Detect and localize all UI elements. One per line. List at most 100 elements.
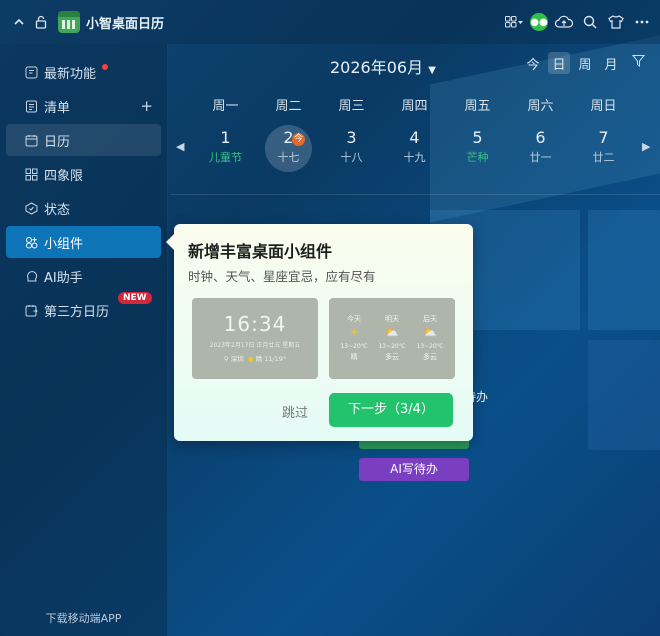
weekday-label: 周六: [527, 99, 554, 114]
red-dot-badge: [102, 64, 108, 70]
weather-desc: 多云: [384, 353, 399, 361]
popup-title: 新增丰富桌面小组件: [188, 242, 333, 261]
ai-write-todo-button[interactable]: AI写待办: [359, 458, 469, 481]
download-app-link[interactable]: 下载移动端APP: [0, 610, 167, 626]
weather-temp: 13~20℃: [416, 343, 444, 350]
weather-desc: 多云: [422, 353, 437, 361]
add-list-button[interactable]: +: [140, 97, 153, 115]
day-cell[interactable]: 7 廿二: [572, 126, 635, 174]
day-number: 4: [409, 128, 420, 147]
next-step-button[interactable]: 下一步（3/4）: [329, 393, 453, 427]
weather-widget-preview: 今天 ☀ 13~20℃ 晴 明天 ⛅ 13~20℃ 多云 后天 ⛅ 13~20℃…: [329, 298, 455, 379]
window-reflection: [588, 210, 660, 330]
sun-icon: ●: [247, 355, 254, 363]
weather-day-label: 后天: [422, 315, 437, 323]
next-week-icon[interactable]: ▶: [642, 140, 650, 153]
day-lunar: 十七: [277, 151, 300, 164]
day-lunar: 廿二: [592, 151, 615, 164]
view-day-button[interactable]: 日: [548, 52, 570, 74]
days-row: 1 儿童节 2 今 十七 3 十八 4 十九 5 芒种 6 廿一 7 廿二: [194, 125, 635, 174]
month-title-text: 2026年06月: [330, 58, 424, 77]
sidebar-item-label: 四象限: [44, 168, 84, 184]
prev-week-icon[interactable]: ◀: [176, 140, 184, 153]
new-badge: NEW: [118, 292, 152, 304]
location-icon: ⚲: [223, 355, 229, 363]
day-lunar: 十九: [403, 151, 426, 164]
chevron-down-icon: ▼: [428, 65, 436, 76]
day-lunar: 廿一: [529, 151, 552, 164]
view-month-button[interactable]: 月: [600, 52, 622, 74]
app-logo: [58, 11, 80, 33]
sidebar-item-third-party-calendar[interactable]: 第三方日历 NEW: [6, 292, 161, 326]
grid-apps-icon[interactable]: [504, 11, 524, 33]
calendar-icon: [24, 133, 38, 147]
view-week-button[interactable]: 周: [574, 52, 596, 74]
chevron-up-icon[interactable]: [8, 11, 30, 33]
day-cell-today[interactable]: 2 今 十七: [257, 125, 320, 174]
preview-weather-text: 晴 11/19°: [255, 355, 287, 363]
sidebar-item-label: 日历: [44, 134, 71, 150]
lock-icon[interactable]: [30, 11, 52, 33]
day-number: 7: [598, 128, 609, 147]
day-number: 3: [346, 128, 357, 147]
new-feature-icon: [24, 65, 38, 79]
preview-date: 2023年2月17日 正月廿五 星期五: [209, 342, 301, 349]
weekday-label: 周二: [275, 99, 302, 114]
ai-assistant-icon: [24, 269, 38, 283]
onboarding-popup: 新增丰富桌面小组件 时钟、天气、星座宜忌，应有尽有 16:34 2023年2月1…: [166, 224, 473, 441]
checklist-icon: [24, 99, 38, 113]
sidebar-item-label: 第三方日历: [44, 304, 110, 320]
skip-button[interactable]: 跳过: [282, 402, 308, 421]
weather-temp: 13~20℃: [340, 343, 368, 350]
third-party-calendar-icon: [24, 303, 38, 317]
day-cell[interactable]: 1 儿童节: [194, 126, 257, 174]
app-title: 小智桌面日历: [86, 16, 165, 32]
more-icon[interactable]: [632, 11, 652, 33]
sidebar-item-label: 最新功能: [44, 66, 97, 82]
partly-cloudy-icon: ⛅: [385, 326, 399, 339]
quadrant-icon: [24, 167, 38, 181]
day-cell[interactable]: 4 十九: [383, 126, 446, 174]
filter-icon[interactable]: [631, 54, 646, 71]
sidebar-item-calendar[interactable]: 日历: [6, 124, 161, 156]
view-today-button[interactable]: 今: [522, 52, 544, 74]
weather-day: 明天 ⛅ 13~20℃ 多云: [378, 314, 405, 363]
sidebar-item-widgets[interactable]: 小组件: [6, 226, 161, 258]
preview-location-text: 深圳: [230, 355, 244, 363]
weather-day-label: 今天: [346, 315, 361, 323]
divider: [170, 194, 660, 195]
search-icon[interactable]: [580, 11, 600, 33]
cloud-upload-icon[interactable]: [554, 11, 574, 33]
view-switch: 今 日 周 月: [522, 52, 622, 74]
sidebar-item-label: 小组件: [44, 236, 84, 252]
popup-subtitle: 时钟、天气、星座宜忌，应有尽有: [188, 269, 376, 284]
shirt-icon[interactable]: [606, 11, 626, 33]
sidebar-item-quadrant[interactable]: 四象限: [6, 158, 161, 190]
weekday-label: 周四: [401, 99, 428, 114]
month-title[interactable]: 2026年06月 ▼: [330, 54, 436, 78]
day-cell[interactable]: 5 芒种: [446, 126, 509, 174]
clock-widget-preview: 16:34 2023年2月17日 正月廿五 星期五 ⚲ 深圳 ● 晴 11/19…: [192, 298, 318, 379]
sidebar: 最新功能 清单 + 日历 四象限 状态 小组件 AI助手 第三方日历 NEW 下…: [0, 44, 168, 636]
widget-icon: [24, 235, 38, 249]
sidebar-item-checklist[interactable]: 清单 +: [6, 90, 161, 122]
sidebar-item-status[interactable]: 状态: [6, 192, 161, 224]
day-lunar: 芒种: [466, 151, 489, 164]
sidebar-item-label: AI助手: [44, 270, 83, 286]
day-number: 6: [535, 128, 546, 147]
day-number: 1: [220, 128, 231, 147]
day-lunar: 儿童节: [209, 151, 242, 164]
weather-day: 后天 ⛅ 13~20℃ 多云: [416, 314, 443, 363]
sidebar-item-ai-assistant[interactable]: AI助手: [6, 260, 161, 292]
wechat-icon[interactable]: ●●: [530, 13, 548, 31]
weather-temp: 13~20℃: [378, 343, 406, 350]
weekday-label: 周一: [212, 99, 239, 114]
sun-icon: ☀: [349, 326, 359, 339]
weather-desc: 晴: [350, 353, 358, 361]
day-cell[interactable]: 6 廿一: [509, 126, 572, 174]
partly-cloudy-icon: ⛅: [423, 326, 437, 339]
sidebar-item-new-features[interactable]: 最新功能: [6, 56, 161, 88]
preview-time: 16:34: [223, 312, 287, 336]
day-cell[interactable]: 3 十八: [320, 126, 383, 174]
sidebar-item-label: 清单: [44, 100, 71, 116]
